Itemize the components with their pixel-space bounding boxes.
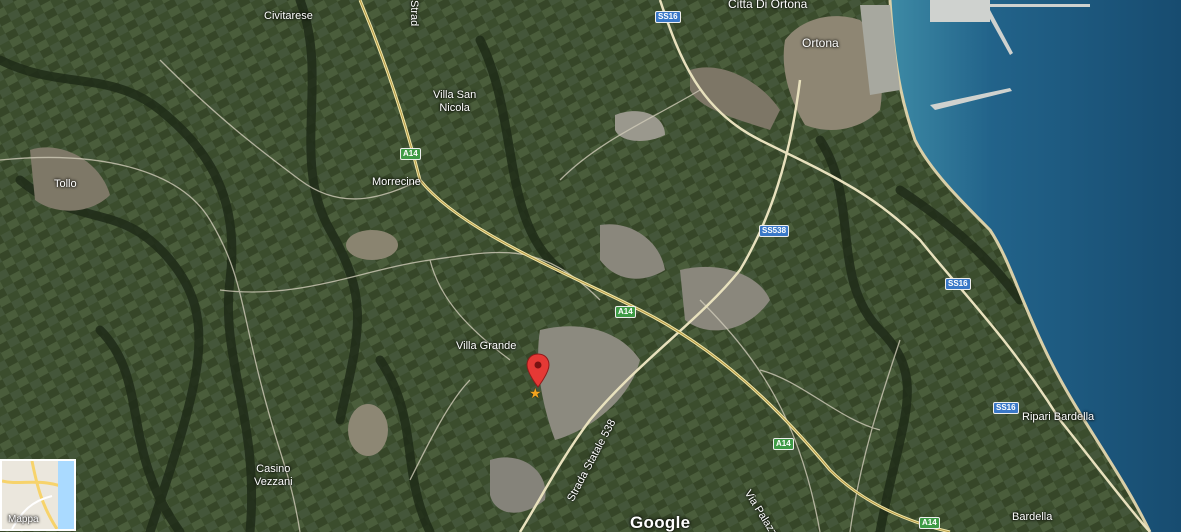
place-label-casino-vezzani: Casino Vezzani xyxy=(254,463,293,489)
road-shield-ss16: SS16 xyxy=(945,278,971,290)
place-label-villa-grande: Villa Grande xyxy=(456,340,517,352)
road-shield-a14: A14 xyxy=(400,148,421,160)
road-shield-a14: A14 xyxy=(919,517,940,529)
star-icon: ★ xyxy=(529,385,542,401)
place-label-line: Villa San xyxy=(433,89,477,101)
place-label-line: Nicola xyxy=(439,102,470,114)
google-logo: Google xyxy=(630,513,691,532)
satellite-map[interactable]: Civitarese Citta Di Ortona Ortona Villa … xyxy=(0,0,1181,532)
road-label-strada: Strad xyxy=(408,0,420,27)
road-shield-ss16: SS16 xyxy=(993,402,1019,414)
place-label-bardella: Bardella xyxy=(1012,511,1053,523)
place-label-ripari-bardella: Ripari Bardella xyxy=(1022,411,1095,423)
place-label-villa-san-nicola: Villa San Nicola xyxy=(433,89,476,115)
road-shield-ss538: SS538 xyxy=(759,225,790,237)
map-type-toggle[interactable]: Mappa xyxy=(0,459,76,531)
place-label-citta-di-ortona: Citta Di Ortona xyxy=(728,0,808,11)
place-label-ortona: Ortona xyxy=(802,36,839,50)
place-label-line: Casino xyxy=(256,463,291,475)
place-label-civitarese: Civitarese xyxy=(264,10,313,22)
map-type-label: Mappa xyxy=(8,514,39,525)
map-pin-icon[interactable] xyxy=(526,353,550,389)
place-label-tollo: Tollo xyxy=(54,178,77,190)
road-shield-a14: A14 xyxy=(615,306,636,318)
place-label-morrecine: Morrecine xyxy=(372,176,421,188)
road-shield-ss16: SS16 xyxy=(655,11,681,23)
place-label-line: Vezzani xyxy=(254,476,293,488)
road-shield-a14: A14 xyxy=(773,438,794,450)
